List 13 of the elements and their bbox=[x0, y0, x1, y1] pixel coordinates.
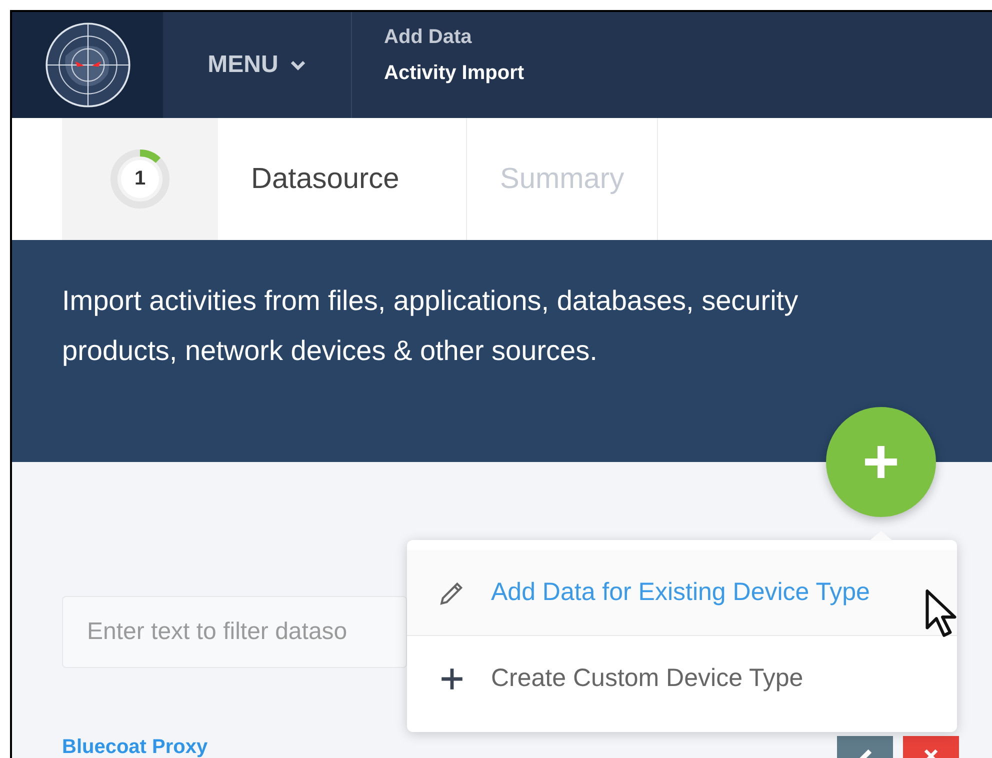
menu-item[interactable]: Create Custom Device Type bbox=[407, 636, 957, 721]
chevron-down-icon bbox=[290, 60, 306, 70]
filter-field[interactable]: Enter text to filter dataso bbox=[62, 596, 407, 668]
step-progress-ring bbox=[108, 147, 172, 211]
pencil-icon bbox=[439, 580, 465, 606]
datasource-link[interactable]: Bluecoat Proxy bbox=[62, 736, 208, 758]
radar-logo-icon[interactable] bbox=[42, 20, 132, 110]
step-number: 1 bbox=[133, 168, 147, 190]
page-title: Activity Import bbox=[384, 62, 524, 85]
banner-text: Import activities from files, applications, databases, security products, network devices & other sources. bbox=[62, 284, 800, 368]
breadcrumb-text: Add Data bbox=[384, 26, 473, 49]
menu-item[interactable]: Add Data for Existing Device Type bbox=[407, 550, 957, 636]
plus-icon bbox=[439, 666, 465, 692]
